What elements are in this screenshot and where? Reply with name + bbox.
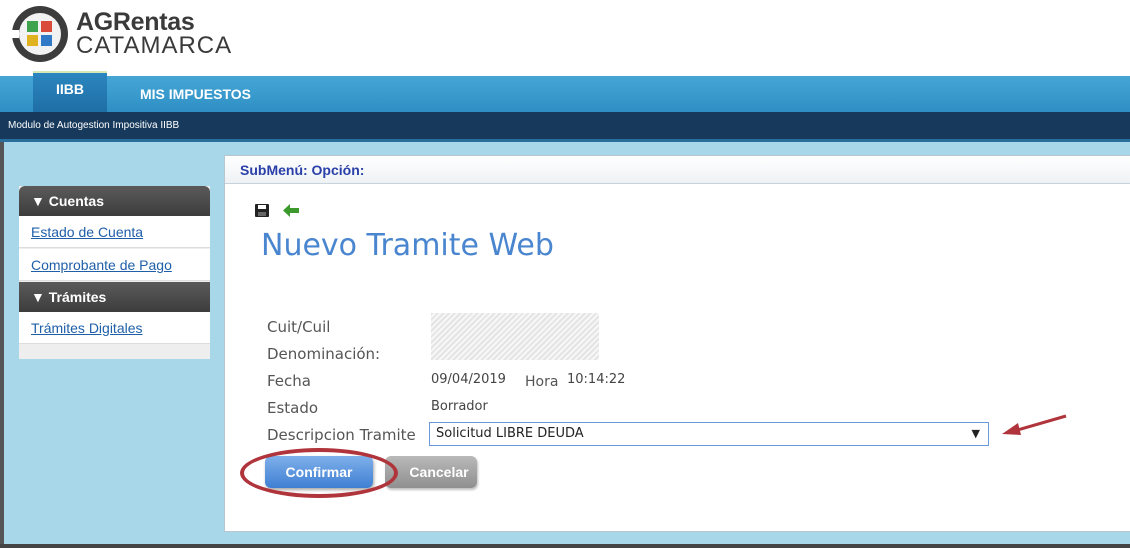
sidebar-header-tramites[interactable]: ▼ Trámites — [19, 282, 210, 312]
sidebar-header-cuentas[interactable]: ▼ Cuentas — [19, 186, 210, 216]
brand-logo: AGRentas CATAMARCA — [6, 2, 246, 66]
hora-value: 10:14:22 — [567, 372, 626, 387]
cuit-label: Cuit/Cuil — [267, 318, 331, 336]
cancel-button[interactable]: Cancelar — [385, 456, 477, 488]
page-title: Nuevo Tramite Web — [261, 228, 554, 263]
redacted-value — [431, 313, 599, 360]
descripcion-label: Descripcion Tramite — [267, 426, 416, 444]
tab-mis-impuestos[interactable]: MIS IMPUESTOS — [140, 76, 251, 112]
estado-value: Borrador — [431, 399, 488, 414]
chevron-down-icon: ▼ — [971, 427, 980, 440]
estado-label: Estado — [267, 399, 319, 417]
annotation-arrow-icon — [1002, 414, 1067, 435]
frame-edge — [0, 142, 4, 544]
sidebar-item-tramites-digitales[interactable]: Trámites Digitales — [19, 312, 210, 344]
descripcion-tramite-select[interactable]: Solicitud LIBRE DEUDA ▼ — [429, 422, 989, 446]
highlight-oval — [240, 448, 398, 498]
sidebar: ▼ Cuentas Estado de Cuenta Comprobante d… — [19, 186, 210, 359]
frame-bottom — [0, 544, 1130, 548]
hora-label: Hora — [525, 374, 559, 390]
brand-subtitle: CATAMARCA — [76, 32, 233, 59]
sidebar-item-comprobante-de-pago[interactable]: Comprobante de Pago — [19, 249, 210, 281]
sidebar-item-estado-de-cuenta[interactable]: Estado de Cuenta — [19, 216, 210, 248]
module-label: Modulo de Autogestion Impositiva IIBB — [0, 112, 1130, 139]
denominacion-label: Denominación: — [267, 345, 381, 363]
panel-header: SubMenú: Opción: — [225, 156, 1130, 184]
top-nav: IIBB MIS IMPUESTOS — [0, 71, 1130, 112]
select-value: Solicitud LIBRE DEUDA — [436, 426, 584, 441]
agrentas-emblem-icon — [10, 6, 68, 62]
fecha-value: 09/04/2019 — [431, 372, 506, 387]
back-arrow-icon[interactable] — [283, 204, 299, 217]
tab-iibb[interactable]: IIBB — [33, 71, 107, 112]
save-icon[interactable] — [255, 204, 269, 217]
fecha-label: Fecha — [267, 372, 311, 390]
